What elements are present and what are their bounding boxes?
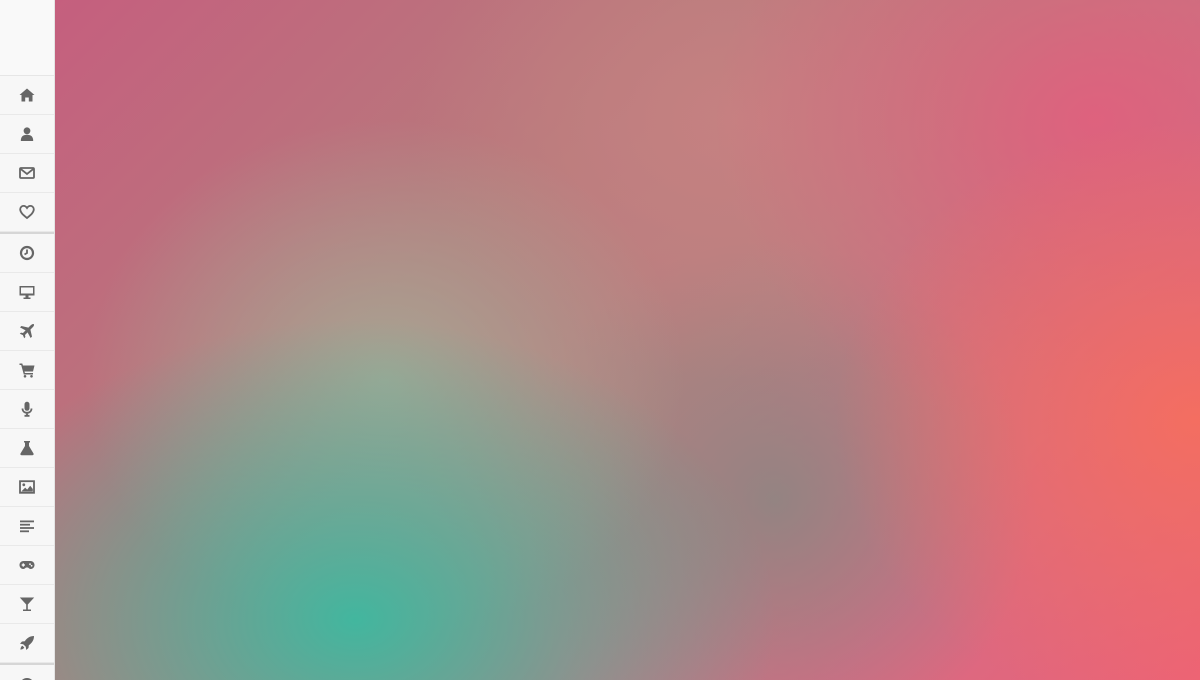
cocktail-icon [19, 597, 35, 611]
sidebar-item-science[interactable] [0, 429, 54, 468]
mail-icon [19, 167, 35, 179]
blurred-background [55, 0, 1200, 680]
sidebar-item-mail[interactable] [0, 154, 54, 193]
flask-icon [20, 441, 34, 456]
sidebar-item-home[interactable] [0, 76, 54, 115]
clock-icon [19, 245, 35, 261]
desktop-icon [19, 286, 35, 299]
rocket-icon [20, 636, 34, 650]
sidebar-item-shop[interactable] [0, 351, 54, 390]
sidebar-item-articles[interactable] [0, 507, 54, 546]
heart-icon [19, 204, 35, 220]
sidebar [0, 0, 55, 680]
plane-icon [19, 323, 35, 339]
sidebar-header [0, 0, 54, 76]
sidebar-item-help[interactable] [0, 665, 54, 680]
microphone-icon [21, 401, 33, 417]
sidebar-item-desktop[interactable] [0, 273, 54, 312]
home-icon [19, 88, 35, 102]
sidebar-item-gallery[interactable] [0, 468, 54, 507]
sidebar-item-games[interactable] [0, 546, 54, 585]
sidebar-item-user[interactable] [0, 115, 54, 154]
sidebar-item-drinks[interactable] [0, 585, 54, 624]
sidebar-item-audio[interactable] [0, 390, 54, 429]
sidebar-item-favorites[interactable] [0, 193, 54, 232]
sidebar-item-history[interactable] [0, 234, 54, 273]
image-icon [19, 480, 35, 494]
user-icon [20, 127, 34, 141]
question-icon [21, 677, 33, 680]
align-left-icon [20, 520, 34, 533]
gamepad-icon [19, 561, 35, 569]
sidebar-item-launch[interactable] [0, 624, 54, 663]
sidebar-item-travel[interactable] [0, 312, 54, 351]
nav-group-primary [0, 76, 54, 234]
nav-group-categories [0, 234, 54, 665]
cart-icon [19, 363, 35, 378]
